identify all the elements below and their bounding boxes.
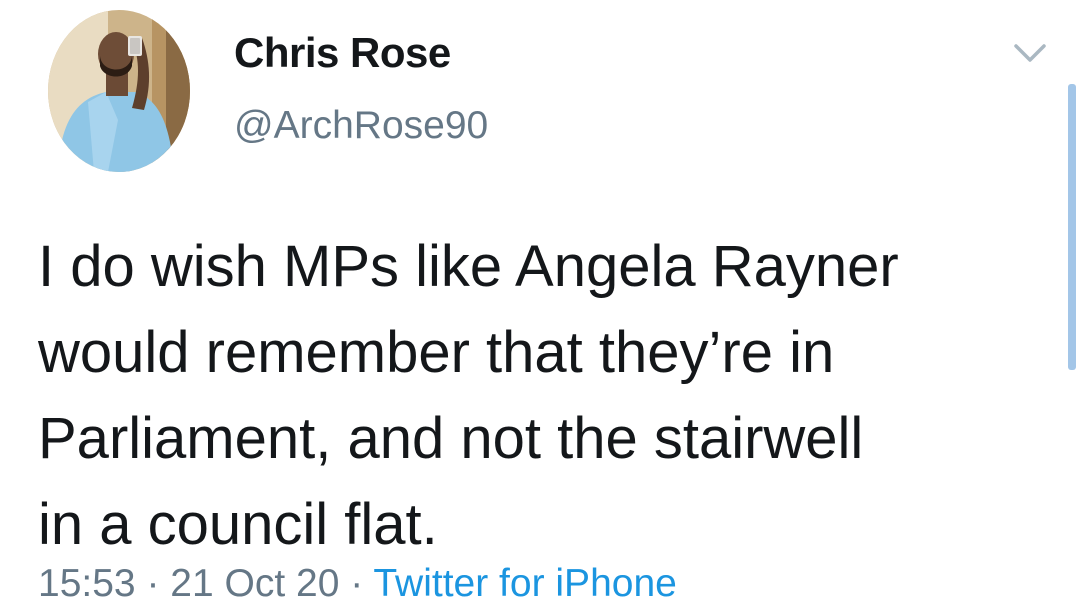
user-handle[interactable]: @ArchRose90 — [234, 104, 488, 148]
avatar[interactable] — [48, 10, 190, 172]
profile-photo — [48, 10, 190, 172]
tweet-time[interactable]: 15:53 — [38, 562, 136, 605]
tweet-menu-button[interactable] — [1010, 38, 1050, 68]
tweet-text-line: would remember that they’re in — [38, 320, 835, 385]
tweet-date[interactable]: 21 Oct 20 — [170, 562, 339, 605]
tweet-text-line: in a council flat. — [38, 492, 438, 557]
meta-separator: · — [339, 562, 374, 605]
tweet-meta: 15:53 · 21 Oct 20 · Twitter for iPhone — [38, 562, 677, 606]
tweet-text-line: I do wish MPs like Angela Rayner — [38, 234, 899, 299]
tweet-source-link[interactable]: Twitter for iPhone — [373, 562, 676, 605]
scrollbar[interactable] — [1068, 84, 1076, 370]
display-name[interactable]: Chris Rose — [234, 29, 451, 77]
chevron-down-icon — [1014, 44, 1046, 62]
tweet-text: I do wish MPs like Angela Rayner would r… — [38, 224, 1038, 568]
tweet-text-line: Parliament, and not the stairwell — [38, 406, 864, 471]
meta-separator: · — [135, 562, 171, 605]
